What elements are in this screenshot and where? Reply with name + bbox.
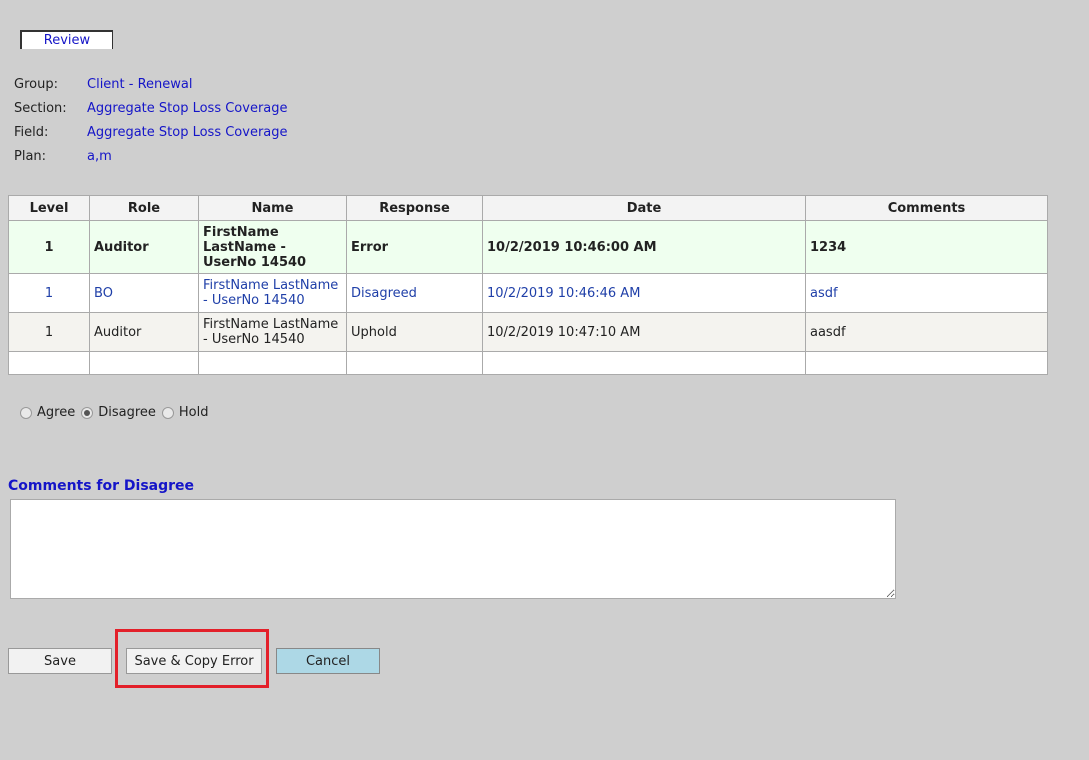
group-value: Client - Renewal [87,77,193,92]
table-row-empty [8,351,1048,375]
cell-comments: aasdf [805,312,1048,352]
field-value: Aggregate Stop Loss Coverage [87,125,288,140]
cell-level: 1 [8,220,90,274]
info-row-section: Section: Aggregate Stop Loss Coverage [14,101,288,125]
empty-cell [198,351,347,375]
cancel-button[interactable]: Cancel [276,648,380,674]
radio-disagree-circle[interactable] [81,406,94,419]
cell-name: FirstName LastName - UserNo 14540 [198,220,347,274]
radio-agree-circle[interactable] [20,406,32,419]
table-row: 1 Auditor FirstName LastName - UserNo 14… [8,220,1048,274]
radio-hold[interactable]: Hold [161,405,209,420]
cell-response: Uphold [346,312,483,352]
table-header-row: Level Role Name Response Date Comments [8,195,1048,221]
radio-agree-label: Agree [37,405,76,420]
info-panel: Group: Client - Renewal Section: Aggrega… [14,77,288,173]
cell-role: Auditor [89,312,199,352]
plan-label: Plan: [14,149,47,164]
header-level: Level [8,195,90,221]
response-radio-group: Agree Disagree Hold [20,405,214,420]
cell-name: FirstName LastName - UserNo 14540 [198,312,347,352]
info-row-field: Field: Aggregate Stop Loss Coverage [14,125,288,149]
radio-hold-circle[interactable] [161,406,174,419]
cell-date: 10/2/2019 10:47:10 AM [482,312,806,352]
header-date: Date [482,195,806,221]
table-row: 1 Auditor FirstName LastName - UserNo 14… [8,312,1048,352]
cell-response: Error [346,220,483,274]
cell-level: 1 [8,312,90,352]
table-row: 1 BO FirstName LastName - UserNo 14540 D… [8,273,1048,313]
header-comments: Comments [805,195,1048,221]
empty-cell [805,351,1048,375]
tab-review[interactable]: Review [20,30,113,49]
save-copy-error-button[interactable]: Save & Copy Error [126,648,262,674]
empty-cell [8,351,90,375]
comments-title: Comments for Disagree [8,478,195,494]
empty-cell [89,351,199,375]
radio-disagree-label: Disagree [98,405,156,420]
cell-date: 10/2/2019 10:46:00 AM [482,220,806,274]
empty-cell [482,351,806,375]
cell-response: Disagreed [346,273,483,313]
header-name: Name [198,195,347,221]
header-response: Response [346,195,483,221]
section-label: Section: [14,101,67,116]
radio-disagree[interactable]: Disagree [81,405,156,420]
info-row-plan: Plan: a,m [14,149,288,173]
plan-value: a,m [87,149,112,164]
review-history-table: Level Role Name Response Date Comments 1… [8,195,1048,375]
cell-comments: 1234 [805,220,1048,274]
header-role: Role [89,195,199,221]
section-value: Aggregate Stop Loss Coverage [87,101,288,116]
cell-comments: asdf [805,273,1048,313]
cell-role: Auditor [89,220,199,274]
cell-role: BO [89,273,199,313]
cell-name: FirstName LastName - UserNo 14540 [198,273,347,313]
radio-hold-label: Hold [178,405,209,420]
cell-level: 1 [8,273,90,313]
radio-agree[interactable]: Agree [20,405,75,420]
cell-date: 10/2/2019 10:46:46 AM [482,273,806,313]
comments-textarea[interactable] [10,499,896,599]
info-row-group: Group: Client - Renewal [14,77,288,101]
save-button[interactable]: Save [8,648,112,674]
group-label: Group: [14,77,58,92]
empty-cell [346,351,483,375]
field-label: Field: [14,125,49,140]
